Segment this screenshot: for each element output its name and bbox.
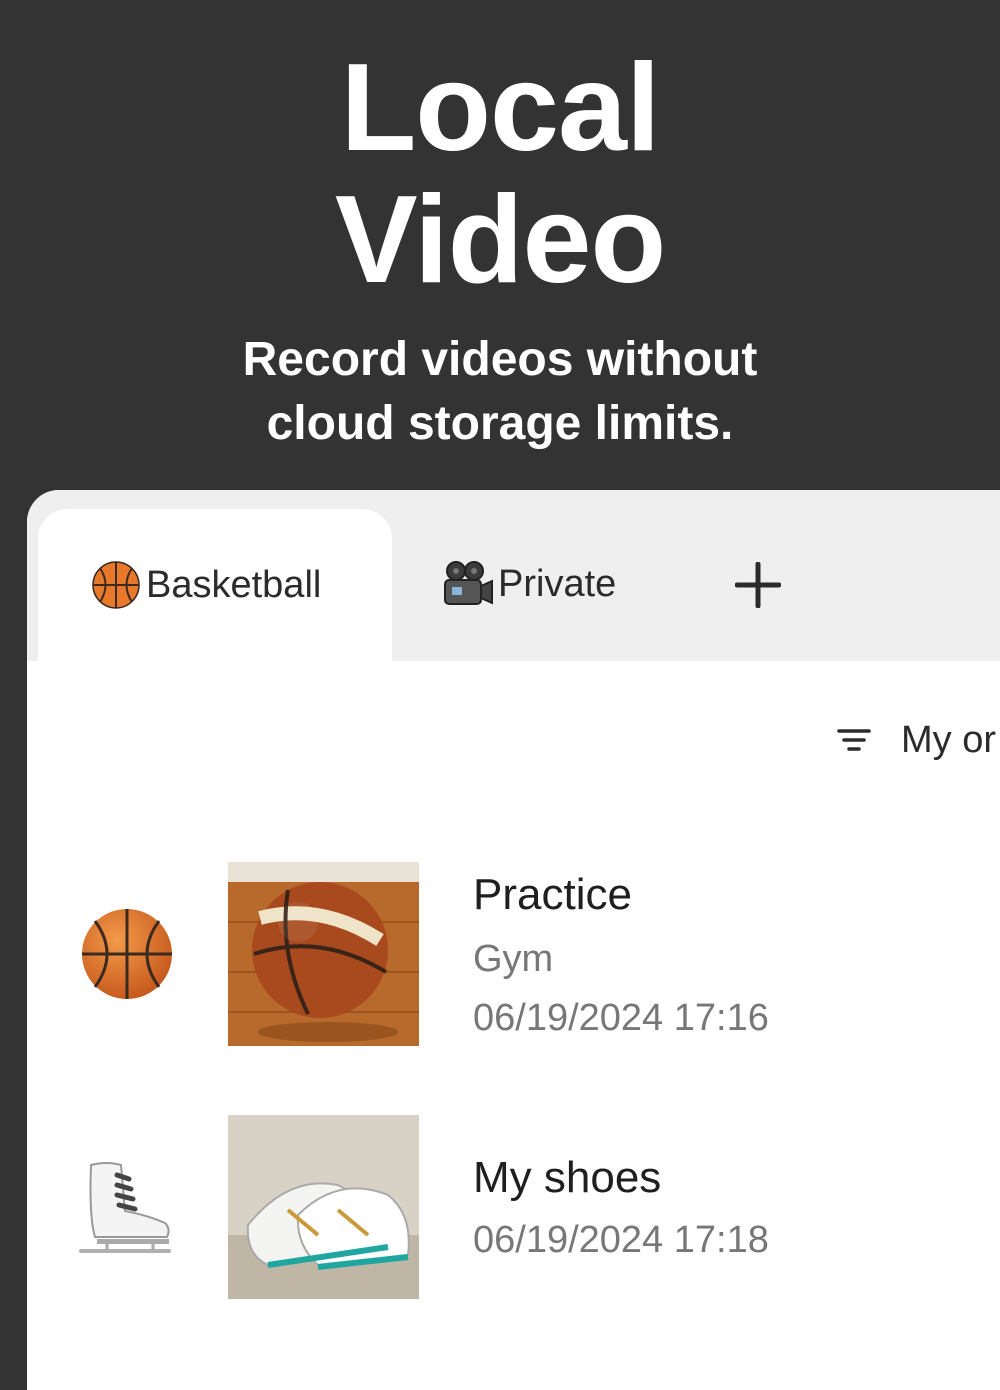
tab-label-basketball: Basketball bbox=[146, 563, 322, 606]
sort-button[interactable]: My or bbox=[835, 712, 996, 768]
add-tab-button[interactable] bbox=[727, 554, 789, 616]
basketball-icon bbox=[77, 904, 177, 1004]
shoes-thumbnail bbox=[228, 1115, 419, 1299]
movie-camera-icon bbox=[442, 559, 494, 611]
app-screen: Basketball Private My or Practice Gym 06… bbox=[27, 490, 1000, 1390]
tab-label-private: Private bbox=[498, 563, 617, 605]
video-list-item[interactable]: Practice Gym 06/19/2024 17:16 bbox=[27, 862, 1000, 1046]
hero-banner: Local Video Record videos without cloud … bbox=[0, 0, 1000, 490]
tab-basketball[interactable]: Basketball bbox=[38, 509, 392, 661]
hero-title-line1: Local bbox=[340, 39, 661, 177]
video-datetime: 06/19/2024 17:16 bbox=[473, 997, 769, 1039]
hero-subtitle-line2: cloud storage limits. bbox=[266, 397, 734, 450]
tab-bar: Basketball Private bbox=[27, 490, 1000, 661]
hero-title: Local Video bbox=[0, 42, 1000, 306]
video-location: Gym bbox=[473, 938, 554, 980]
video-title: Practice bbox=[473, 870, 632, 919]
hero-subtitle: Record videos without cloud storage limi… bbox=[0, 328, 1000, 456]
video-title: My shoes bbox=[473, 1153, 662, 1202]
video-list-item[interactable]: My shoes 06/19/2024 17:18 bbox=[27, 1115, 1000, 1299]
hero-subtitle-line1: Record videos without bbox=[242, 333, 758, 386]
basketball-thumbnail bbox=[228, 862, 419, 1046]
filter-icon bbox=[835, 721, 873, 759]
basketball-icon bbox=[90, 559, 142, 611]
tab-private[interactable]: Private bbox=[442, 490, 616, 661]
plus-icon bbox=[735, 562, 781, 608]
hero-title-line2: Video bbox=[334, 171, 666, 309]
video-datetime: 06/19/2024 17:18 bbox=[473, 1219, 769, 1261]
ice-skate-icon bbox=[77, 1157, 177, 1257]
sort-label: My or bbox=[901, 718, 996, 761]
